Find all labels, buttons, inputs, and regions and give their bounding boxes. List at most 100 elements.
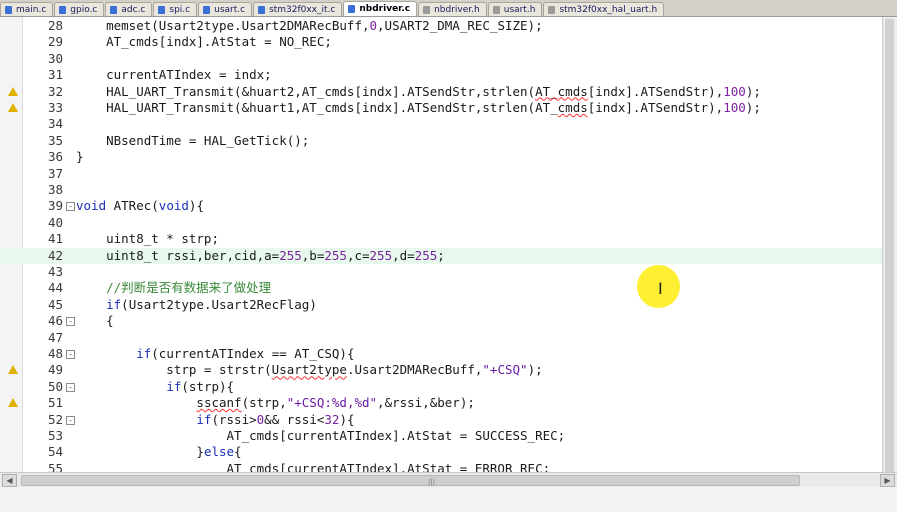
code-text[interactable]: AT_cmds[currentATIndex].AtStat = SUCCESS…: [76, 428, 566, 444]
code-line[interactable]: 53 AT_cmds[currentATIndex].AtStat = SUCC…: [0, 428, 882, 444]
file-icon: [158, 5, 166, 14]
file-tab-label: stm32f0xx_it.c: [269, 4, 336, 15]
code-text[interactable]: uint8_t rssi,ber,cid,a=255,b=255,c=255,d…: [76, 248, 445, 264]
code-token: AT_cmds[currentATIndex].AtStat = ERROR_R…: [76, 460, 551, 472]
code-line[interactable]: 36}: [0, 149, 882, 165]
warning-icon[interactable]: [8, 365, 18, 375]
warning-icon[interactable]: [8, 86, 18, 96]
code-text[interactable]: AT_cmds[currentATIndex].AtStat = ERROR_R…: [76, 460, 551, 472]
code-text[interactable]: }: [76, 149, 84, 165]
code-line[interactable]: 31 currentATIndex = indx;: [0, 67, 882, 83]
code-line[interactable]: 35 NBsendTime = HAL_GetTick();: [0, 133, 882, 149]
code-token: 100: [723, 100, 746, 115]
code-line[interactable]: 49 strp = strstr(Usart2type.Usart2DMARec…: [0, 362, 882, 378]
file-tab[interactable]: nbdriver.c: [343, 1, 418, 16]
code-line[interactable]: 45 if(Usart2type.Usart2RecFlag): [0, 297, 882, 313]
code-text[interactable]: NBsendTime = HAL_GetTick();: [76, 133, 309, 149]
file-tab[interactable]: stm32f0xx_hal_uart.h: [543, 2, 665, 16]
fold-toggle-icon[interactable]: -: [66, 317, 75, 327]
code-text[interactable]: HAL_UART_Transmit(&huart1,AT_cmds[indx].…: [76, 100, 761, 116]
bottom-panel: [0, 487, 897, 512]
code-line[interactable]: 41 uint8_t * strp;: [0, 231, 882, 247]
code-line[interactable]: 48- if(currentATIndex == AT_CSQ){: [0, 346, 882, 362]
code-line[interactable]: 44 //判断是否有数据来了做处理: [0, 280, 882, 296]
scroll-right-button[interactable]: ▶: [880, 474, 895, 487]
file-tab[interactable]: nbdriver.h: [418, 2, 487, 16]
vertical-scroll-thumb[interactable]: [885, 19, 894, 507]
file-icon: [258, 5, 266, 14]
code-token: strp = strstr(: [76, 362, 272, 378]
code-line[interactable]: 37: [0, 166, 882, 182]
file-tab[interactable]: usart.c: [198, 2, 253, 16]
code-token: void: [76, 198, 107, 214]
line-number: 48: [47, 346, 63, 361]
file-tab[interactable]: usart.h: [487, 2, 543, 16]
code-token: );: [745, 100, 761, 115]
line-number: 54: [47, 444, 63, 460]
code-line[interactable]: 50- if(strp){: [0, 379, 882, 395]
code-text[interactable]: currentATIndex = indx;: [76, 67, 272, 83]
warning-icon[interactable]: [8, 103, 18, 112]
file-tab[interactable]: main.c: [0, 2, 54, 16]
horizontal-scroll-thumb[interactable]: |||: [21, 475, 800, 486]
code-line[interactable]: 51 sscanf(strp,"+CSQ:%d,%d",&rssi,&ber);: [0, 395, 882, 411]
line-number: 43: [47, 264, 63, 279]
code-line[interactable]: 38: [0, 182, 882, 198]
code-text[interactable]: uint8_t * strp;: [76, 231, 219, 247]
fold-toggle-icon[interactable]: -: [66, 415, 75, 425]
fold-toggle-icon[interactable]: -: [66, 382, 75, 392]
code-line[interactable]: 39- void ATRec(void){: [0, 198, 882, 214]
code-line[interactable]: 34: [0, 116, 882, 132]
code-text[interactable]: }else{: [76, 444, 241, 460]
file-tab[interactable]: adc.c: [105, 2, 153, 16]
code-token: {: [76, 313, 114, 329]
file-tab[interactable]: gpio.c: [54, 2, 105, 16]
code-line[interactable]: 42 uint8_t rssi,ber,cid,a=255,b=255,c=25…: [0, 247, 882, 264]
code-line[interactable]: 47: [0, 330, 882, 346]
code-token: .Usart2DMARecBuff,: [346, 362, 483, 378]
fold-toggle-icon[interactable]: -: [66, 350, 75, 359]
code-text[interactable]: if(Usart2type.Usart2RecFlag): [76, 297, 317, 313]
line-number: 37: [47, 165, 63, 181]
code-token: void: [158, 198, 189, 214]
code-token: ,c=: [346, 247, 370, 263]
code-line[interactable]: 52- if(rssi>0&& rssi<32){: [0, 412, 882, 428]
code-text[interactable]: if(rssi>0&& rssi<32){: [76, 412, 354, 428]
code-line[interactable]: 40: [0, 215, 882, 231]
code-line[interactable]: 46- {: [0, 313, 882, 329]
scroll-left-button[interactable]: ◀: [2, 474, 17, 487]
code-text[interactable]: void ATRec(void){: [76, 198, 204, 214]
code-token: ,b=: [301, 247, 325, 263]
code-token: ATRec(: [106, 198, 159, 214]
code-line[interactable]: 28 memset(Usart2type.Usart2DMARecBuff,0,…: [0, 18, 882, 34]
code-line[interactable]: 54 }else{: [0, 444, 882, 460]
code-text[interactable]: sscanf(strp,"+CSQ:%d,%d",&rssi,&ber);: [76, 395, 474, 411]
horizontal-scrollbar[interactable]: ◀ ||| ▶: [0, 472, 897, 487]
file-tab[interactable]: spi.c: [153, 2, 198, 16]
code-text[interactable]: AT_cmds[indx].AtStat = NO_REC;: [76, 34, 332, 50]
file-tab-label: nbdriver.h: [434, 4, 480, 15]
fold-toggle-icon[interactable]: -: [66, 202, 75, 212]
code-text[interactable]: if(currentATIndex == AT_CSQ){: [76, 346, 354, 362]
code-text[interactable]: strp = strstr(Usart2type.Usart2DMARecBuf…: [76, 362, 542, 378]
code-text[interactable]: if(strp){: [76, 379, 234, 395]
code-text[interactable]: //判断是否有数据来了做处理: [76, 280, 271, 296]
code-line[interactable]: 33 HAL_UART_Transmit(&huart1,AT_cmds[ind…: [0, 100, 882, 116]
code-line[interactable]: 55 AT_cmds[currentATIndex].AtStat = ERRO…: [0, 461, 882, 472]
code-line[interactable]: 32 HAL_UART_Transmit(&huart2,AT_cmds[ind…: [0, 84, 882, 100]
warning-icon[interactable]: [8, 398, 18, 408]
code-line[interactable]: 30: [0, 51, 882, 67]
code-token: "+CSQ:%d,%d": [286, 395, 378, 411]
code-text[interactable]: memset(Usart2type.Usart2DMARecBuff,0,USA…: [76, 18, 543, 34]
code-token: Usart2type: [271, 362, 347, 378]
vertical-scrollbar[interactable]: [882, 17, 897, 507]
file-tab[interactable]: stm32f0xx_it.c: [253, 2, 343, 16]
code-editor[interactable]: 28 memset(Usart2type.Usart2DMARecBuff,0,…: [0, 17, 882, 472]
code-token: }: [76, 444, 204, 460]
code-text[interactable]: HAL_UART_Transmit(&huart2,AT_cmds[indx].…: [76, 84, 761, 100]
code-line[interactable]: 29 AT_cmds[indx].AtStat = NO_REC;: [0, 34, 882, 50]
code-line[interactable]: 43: [0, 264, 882, 280]
code-text[interactable]: {: [76, 313, 114, 329]
